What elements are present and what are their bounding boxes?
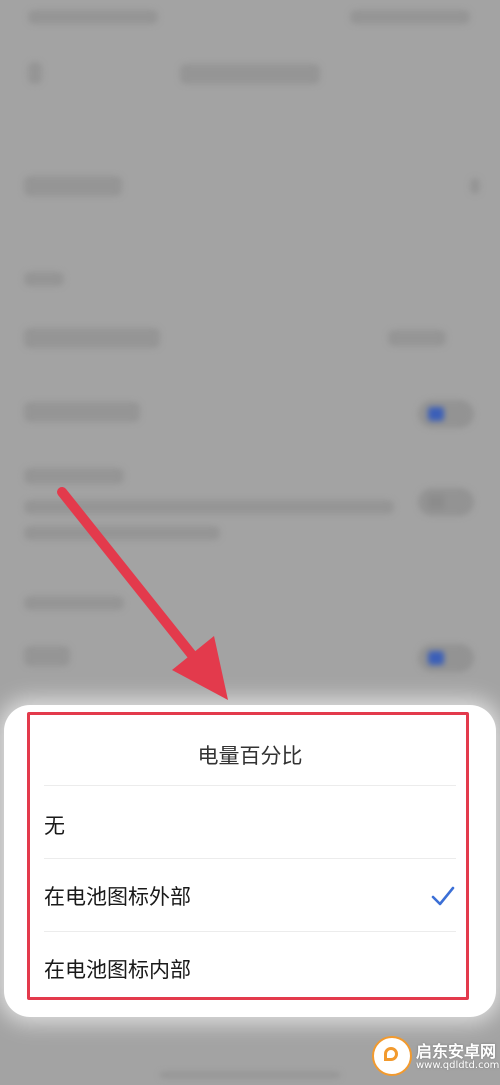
arrow-icon (57, 487, 228, 700)
watermark-logo-icon (372, 1036, 412, 1076)
watermark-name: 启东安卓网 (416, 1042, 497, 1061)
watermark-url: www.qdldtd.com (416, 1060, 500, 1071)
watermark: 启东安卓网 www.qdldtd.com (372, 1034, 500, 1080)
